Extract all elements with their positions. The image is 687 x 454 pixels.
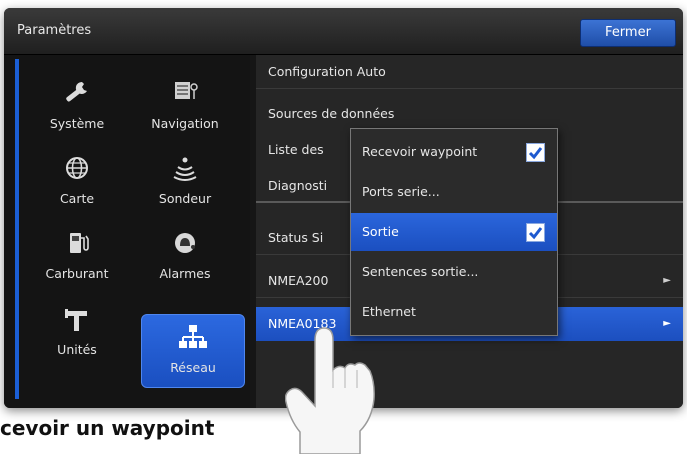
sidebar-item-unites[interactable]: Unités [26, 297, 128, 369]
alarm-bell-icon [175, 233, 195, 253]
popup-item-label: Recevoir waypoint [362, 144, 478, 159]
popup-item-label: Sortie [362, 224, 399, 239]
menu-row-label: Configuration Auto [268, 64, 386, 79]
page-caption: cevoir un waypoint [0, 416, 215, 440]
sidebar-item-label: Navigation [151, 116, 219, 131]
sidebar-scroll-indicator [15, 59, 19, 399]
checkbox-checked-icon[interactable] [526, 143, 545, 162]
pointing-hand-icon [285, 327, 375, 454]
settings-sidebar: Système Navigation Carte Sondeur Carbura… [4, 55, 250, 408]
menu-row-sources-donnees[interactable]: Sources de données [256, 97, 683, 131]
sidebar-item-alarmes[interactable]: Alarmes [134, 221, 236, 293]
menu-row-label: Liste des [268, 142, 324, 157]
sidebar-item-sondeur[interactable]: Sondeur [134, 146, 236, 218]
sidebar-item-label: Carte [59, 191, 95, 206]
network-icon [179, 325, 207, 348]
sidebar-item-reseau[interactable]: Réseau [141, 314, 245, 388]
menu-row-label: Status Si [268, 230, 324, 245]
sidebar-item-label: Alarmes [159, 266, 211, 281]
popup-item-label: Ethernet [362, 304, 416, 319]
popup-item-label: Ports serie... [362, 184, 440, 199]
sidebar-item-label: Sondeur [158, 191, 212, 206]
wrench-icon [66, 81, 87, 102]
sidebar-item-label: Carburant [45, 266, 109, 281]
sidebar-item-carte[interactable]: Carte [26, 146, 128, 218]
navigation-icon [175, 82, 198, 99]
sidebar-item-label: Unités [57, 342, 97, 357]
checkbox-checked-icon[interactable] [526, 223, 545, 242]
popup-item-sentences-sortie[interactable]: Sentences sortie... [351, 253, 557, 291]
sonar-icon [173, 157, 197, 181]
sidebar-item-label: Réseau [170, 360, 216, 375]
units-icon [65, 309, 87, 331]
title-bar: Paramètres Fermer [4, 8, 683, 55]
menu-row-label: NMEA200 [268, 273, 329, 288]
sidebar-item-label: Système [49, 116, 105, 131]
menu-row-label: Sources de données [268, 106, 395, 121]
fuel-pump-icon [70, 233, 89, 253]
chevron-right-icon: ► [663, 275, 671, 286]
globe-icon [66, 157, 88, 179]
chevron-right-icon: ► [663, 318, 671, 329]
sidebar-item-carburant[interactable]: Carburant [26, 221, 128, 293]
popup-item-label: Sentences sortie... [362, 264, 479, 279]
popup-item-ports-serie[interactable]: Ports serie... [351, 173, 557, 211]
menu-row-configuration-auto[interactable]: Configuration Auto [256, 55, 683, 89]
nmea0183-popup-menu: Recevoir waypoint Ports serie... Sortie … [350, 128, 558, 336]
popup-item-recevoir-waypoint[interactable]: Recevoir waypoint [351, 133, 557, 171]
sidebar-item-navigation[interactable]: Navigation [134, 71, 236, 143]
window-title: Paramètres [17, 23, 92, 38]
close-button[interactable]: Fermer [580, 19, 676, 47]
sidebar-item-systeme[interactable]: Système [26, 71, 128, 143]
popup-item-sortie[interactable]: Sortie [351, 213, 557, 251]
menu-row-label: Diagnosti [268, 178, 328, 193]
